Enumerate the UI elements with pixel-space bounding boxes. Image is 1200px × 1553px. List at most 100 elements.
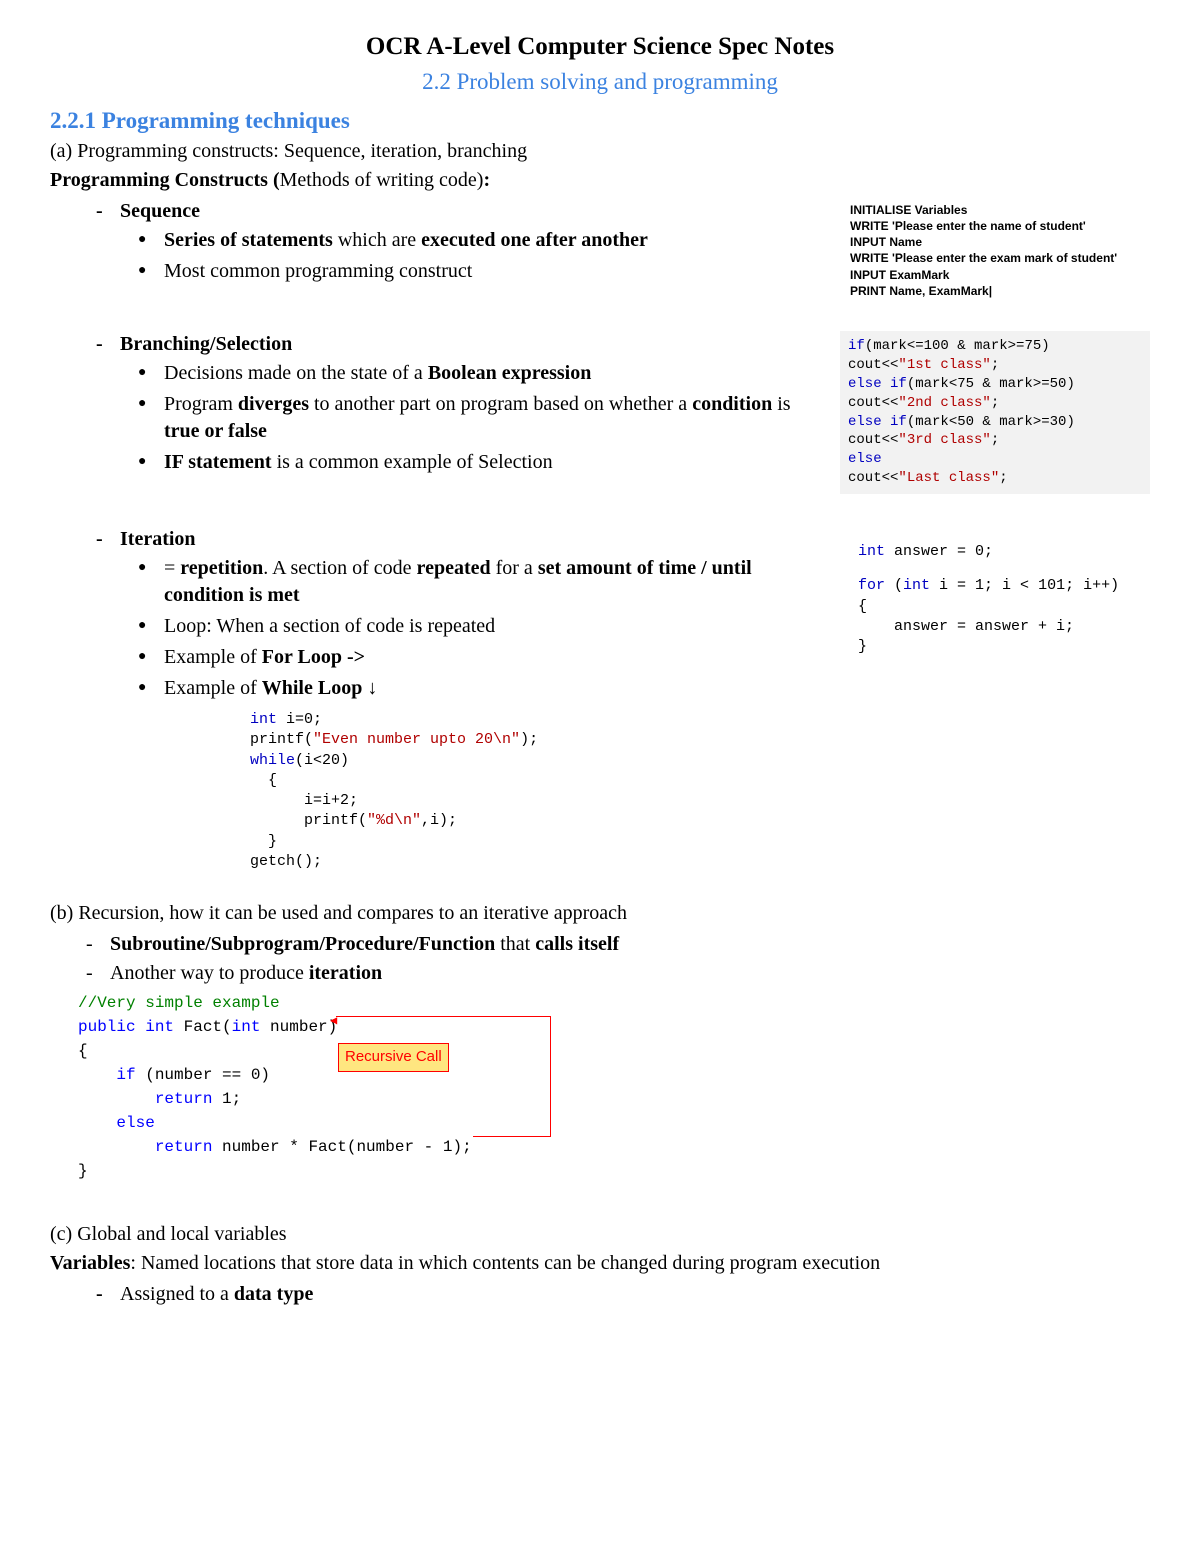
text: answer = 0; <box>885 543 993 560</box>
code-line: getch(); <box>250 852 1150 872</box>
text: i=0; <box>277 711 322 728</box>
text: = <box>164 557 180 579</box>
str: "%d\n" <box>367 812 421 829</box>
code-snippet-whileloop: int i=0; printf("Even number upto 20\n")… <box>120 710 1150 872</box>
kw: public <box>78 1018 136 1036</box>
kw: else if <box>848 414 907 430</box>
text: Example of <box>164 646 262 668</box>
text: for a <box>491 557 538 579</box>
list-item: Example of While Loop ↓ <box>164 675 820 702</box>
text: IF statement <box>164 451 272 473</box>
code-line: } <box>78 1159 1150 1183</box>
code-line: if (number == 0) <box>78 1063 1150 1087</box>
constructs-colon: : <box>483 169 490 191</box>
code-line: printf("%d\n",i); <box>250 811 1150 831</box>
code-line: cout<<"3rd class"; <box>848 431 1144 450</box>
text: diverges <box>238 393 309 415</box>
subsection-a-intro: (a) Programming constructs: Sequence, it… <box>50 138 1150 165</box>
constructs-bold: Programming Constructs ( <box>50 169 280 191</box>
code-line: if(mark<=100 & mark>=75) <box>848 337 1144 356</box>
variables-list: Assigned to a data type <box>50 1281 1150 1308</box>
text: repetition <box>180 557 263 579</box>
kw: int <box>250 711 277 728</box>
kw: if <box>78 1066 136 1084</box>
doc-title: OCR A-Level Computer Science Spec Notes <box>50 30 1150 64</box>
subsection-c-intro: (c) Global and local variables <box>50 1221 1150 1248</box>
text: cout<< <box>848 395 898 411</box>
list-item: Decisions made on the state of a Boolean… <box>164 360 820 387</box>
code-line: { <box>858 597 1150 617</box>
text: cout<< <box>848 357 898 373</box>
str: "Last class" <box>898 470 999 486</box>
code-line: return number * Fact(number - 1); <box>78 1135 1150 1159</box>
iteration-title: Iteration <box>120 528 196 550</box>
text: ; <box>991 432 999 448</box>
code-line: else if(mark<75 & mark>=50) <box>848 375 1144 394</box>
code-line: i=i+2; <box>250 791 1150 811</box>
text: (mark<50 & mark>=30) <box>907 414 1075 430</box>
code-line: } <box>250 832 1150 852</box>
text: Fact( <box>174 1018 232 1036</box>
text: Series of statements <box>164 229 333 251</box>
variables-def: Variables: Named locations that store da… <box>50 1250 1150 1277</box>
branching-bullets: Decisions made on the state of a Boolean… <box>120 360 820 476</box>
text: repeated <box>417 557 491 579</box>
text: (number == 0) <box>136 1066 270 1084</box>
text: to another part on program based on whet… <box>309 393 692 415</box>
recursive-call-label: Recursive Call <box>338 1043 449 1072</box>
kw: return <box>78 1138 212 1156</box>
list-item-sequence: Sequence Series of statements which are … <box>120 198 1150 299</box>
list-item: Series of statements which are executed … <box>164 227 850 254</box>
list-item: Assigned to a data type <box>120 1281 1150 1308</box>
str: "Even number upto 20\n" <box>313 731 520 748</box>
code-line: } <box>858 637 1150 657</box>
text: While Loop <box>262 677 363 699</box>
list-item: Program diverges to another part on prog… <box>164 391 820 445</box>
text: printf( <box>250 812 367 829</box>
text: Decisions made on the state of a <box>164 362 428 384</box>
kw: int <box>858 543 885 560</box>
text: Subroutine/Subprogram/Procedure/Function <box>110 933 495 955</box>
list-item: Subroutine/Subprogram/Procedure/Function… <box>110 931 1150 958</box>
code-line: cout<<"2nd class"; <box>848 394 1144 413</box>
iteration-list: Iteration = repetition. A section of cod… <box>50 526 1150 872</box>
text: For Loop -> <box>262 646 365 668</box>
text: ,i); <box>421 812 457 829</box>
kw: return <box>78 1090 212 1108</box>
code-line: INPUT Name <box>850 234 1150 250</box>
text: condition <box>692 393 772 415</box>
code-snippet-branching: if(mark<=100 & mark>=75) cout<<"1st clas… <box>840 331 1150 494</box>
list-item: Most common programming construct <box>164 258 850 285</box>
branching-title: Branching/Selection <box>120 333 292 355</box>
list-item: Example of For Loop -> <box>164 644 820 671</box>
arrow-icon: ◀ <box>330 1012 337 1030</box>
text: true or false <box>164 420 267 442</box>
list-item-iteration: Iteration = repetition. A section of cod… <box>120 526 1150 872</box>
code-line: PRINT Name, ExamMark| <box>850 283 1150 299</box>
kw: while <box>250 752 295 769</box>
text: which are <box>333 229 421 251</box>
code-line: answer = answer + i; <box>858 617 1150 637</box>
code-line: cout<<"1st class"; <box>848 356 1144 375</box>
list-item: IF statement is a common example of Sele… <box>164 449 820 476</box>
code-line: int i=0; <box>250 710 1150 730</box>
code-snippet-recursion: Recursive Call ◀ //Very simple example p… <box>78 991 1150 1183</box>
text: cout<< <box>848 470 898 486</box>
text: iteration <box>309 962 382 984</box>
text: that <box>495 933 535 955</box>
text: calls itself <box>535 933 619 955</box>
text: ; <box>991 395 999 411</box>
text: executed one after another <box>421 229 648 251</box>
text: i = 1; i < 101; i++) <box>930 577 1119 594</box>
text: . A section of code <box>263 557 416 579</box>
text: : Named locations that store data in whi… <box>130 1252 880 1274</box>
text: ); <box>520 731 538 748</box>
text: Boolean expression <box>428 362 592 384</box>
kw: if <box>848 338 865 354</box>
text: printf( <box>250 731 313 748</box>
kw: else if <box>848 376 907 392</box>
constructs-mid: Methods of writing code) <box>280 169 484 191</box>
text: 1; <box>212 1090 241 1108</box>
code-line: cout<<"Last class"; <box>848 469 1144 488</box>
doc-subtitle: 2.2 Problem solving and programming <box>50 66 1150 97</box>
